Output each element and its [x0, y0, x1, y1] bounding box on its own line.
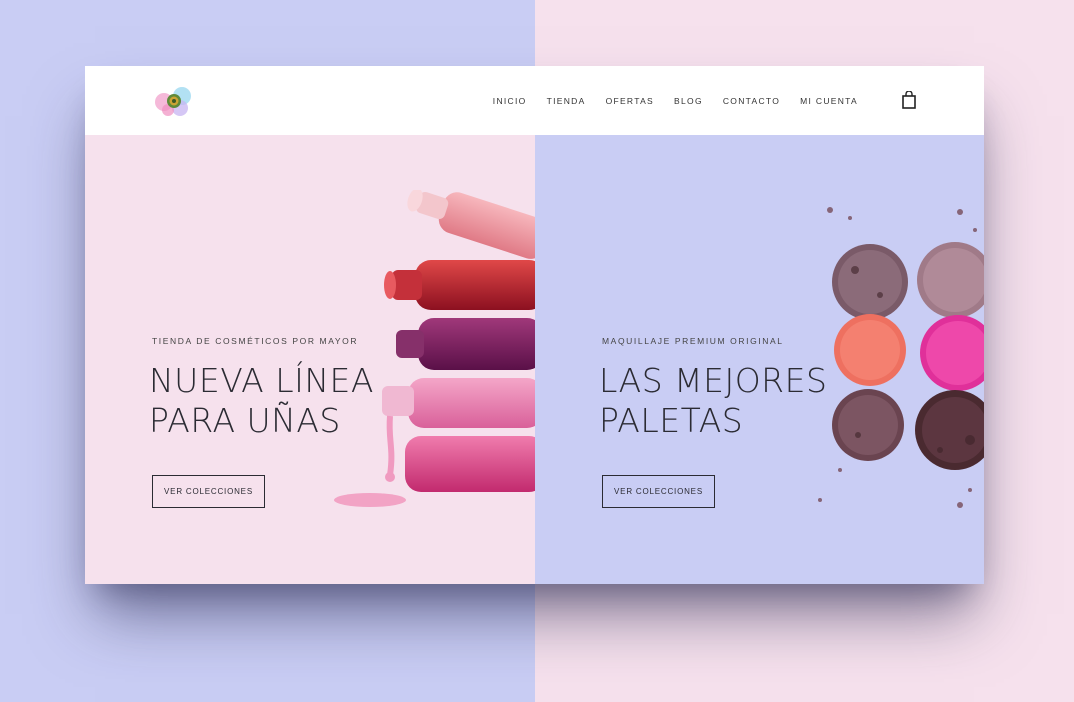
right-headline-line1: LAS MEJORES: [599, 361, 828, 400]
main-nav: INICIO TIENDA OFERTAS BLOG CONTACTO MI C…: [493, 66, 858, 135]
right-eyebrow: MAQUILLAJE PREMIUM ORIGINAL: [602, 336, 784, 346]
site-header: INICIO TIENDA OFERTAS BLOG CONTACTO MI C…: [85, 66, 984, 135]
nav-contacto[interactable]: CONTACTO: [723, 96, 780, 106]
right-headline-line2: PALETAS: [599, 401, 744, 440]
website-mockup: INICIO TIENDA OFERTAS BLOG CONTACTO MI C…: [85, 66, 984, 584]
right-collections-button[interactable]: VER COLECCIONES: [602, 475, 715, 508]
nav-blog[interactable]: BLOG: [674, 96, 703, 106]
hero-nail-polish: TIENDA DE COSMÉTICOS POR MAYOR NUEVA LÍN…: [85, 135, 535, 584]
nav-ofertas[interactable]: OFERTAS: [606, 96, 654, 106]
nail-polish-image: [334, 190, 535, 507]
hero-palettes: MAQUILLAJE PREMIUM ORIGINAL LAS MEJORES …: [535, 135, 984, 584]
logo-icon[interactable]: [152, 84, 196, 118]
shopping-bag-icon[interactable]: [901, 91, 917, 109]
left-collections-button[interactable]: VER COLECCIONES: [152, 475, 265, 508]
nav-tienda[interactable]: TIENDA: [547, 96, 586, 106]
left-eyebrow: TIENDA DE COSMÉTICOS POR MAYOR: [152, 336, 359, 346]
right-headline: LAS MEJORES PALETAS: [599, 361, 827, 441]
nav-inicio[interactable]: INICIO: [493, 96, 527, 106]
eyeshadow-image: [818, 207, 984, 508]
nav-mi-cuenta[interactable]: MI CUENTA: [800, 96, 858, 106]
